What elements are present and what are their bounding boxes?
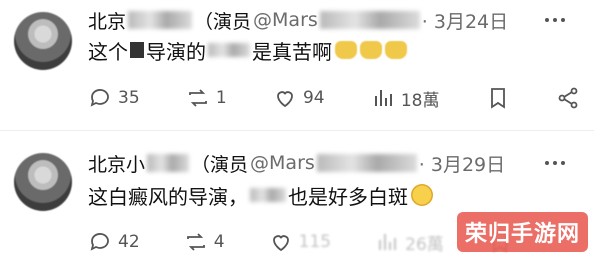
author-role: （演员 [191, 153, 249, 176]
post-date[interactable]: · 3月24日 [422, 7, 508, 34]
tweet-header: 北京 （演员 @Mars · 3月24日 [88, 6, 508, 34]
redacted-handle [316, 154, 417, 172]
views-button[interactable]: 26萬 [375, 230, 444, 255]
author-role: （演员 [194, 10, 252, 33]
author-name[interactable]: 北京小 [88, 150, 145, 177]
redacted-name [128, 11, 193, 29]
reply-button[interactable]: 42 [88, 230, 140, 254]
tweet-text: 这个 导演的 是真苦啊 [88, 36, 407, 64]
reply-button[interactable]: 35 [88, 86, 140, 110]
repost-button[interactable]: 4 [184, 230, 225, 254]
redacted-text [250, 188, 286, 202]
repost-icon [186, 233, 205, 251]
view-count: 26萬 [405, 234, 444, 255]
reply-icon [90, 233, 109, 251]
reply-count: 35 [118, 88, 140, 108]
author-handle[interactable]: @Mars [253, 9, 318, 31]
views-button[interactable]: 18萬 [371, 86, 440, 111]
sweat-smile-emoji-icon [411, 184, 433, 206]
like-button[interactable]: 115 [269, 230, 331, 254]
author-name[interactable]: 北京 [88, 7, 126, 34]
fist-emoji-icon [360, 41, 382, 59]
heart-icon [277, 91, 293, 108]
redacted-name [147, 154, 190, 172]
post-date[interactable]: · 3月29日 [419, 150, 505, 177]
redacted-text [208, 43, 250, 57]
like-button[interactable]: 94 [273, 86, 325, 110]
more-options-icon[interactable] [540, 10, 570, 30]
like-count: 94 [302, 88, 325, 108]
avatar[interactable] [14, 153, 72, 211]
repost-count: 1 [215, 88, 227, 108]
bookmark-icon [490, 88, 505, 109]
bar-chart-icon [379, 234, 397, 250]
redacted-handle [319, 11, 420, 29]
bookmark-button[interactable] [486, 86, 510, 110]
author-handle[interactable]: @Mars [250, 152, 315, 174]
site-watermark: 荣归手游网 [456, 212, 588, 252]
heart-icon [272, 235, 289, 252]
avatar[interactable] [14, 12, 72, 70]
redacted-text [130, 42, 144, 58]
tweet-1[interactable]: 北京 （演员 @Mars · 3月24日 这个 导演的 是真苦啊 35 1 94 [0, 0, 594, 131]
repost-count: 4 [213, 232, 225, 252]
repost-icon [188, 89, 207, 107]
repost-button[interactable]: 1 [186, 86, 227, 110]
tweet-text: 这白癜风的导演， 也是好多白斑 [88, 181, 433, 209]
share-button[interactable] [556, 86, 580, 110]
share-icon [558, 87, 578, 109]
fist-emoji-icon [335, 41, 357, 59]
tweet-actions: 35 1 94 18萬 [88, 82, 580, 114]
fist-emoji-icon [385, 41, 407, 59]
reply-count: 42 [118, 232, 140, 252]
reply-icon [90, 89, 109, 107]
tweet-header: 北京小 （演员 @Mars · 3月29日 [88, 149, 505, 177]
more-options-icon[interactable] [540, 153, 570, 173]
like-count: 115 [298, 232, 332, 252]
bar-chart-icon [374, 90, 392, 106]
view-count: 18萬 [400, 90, 440, 111]
